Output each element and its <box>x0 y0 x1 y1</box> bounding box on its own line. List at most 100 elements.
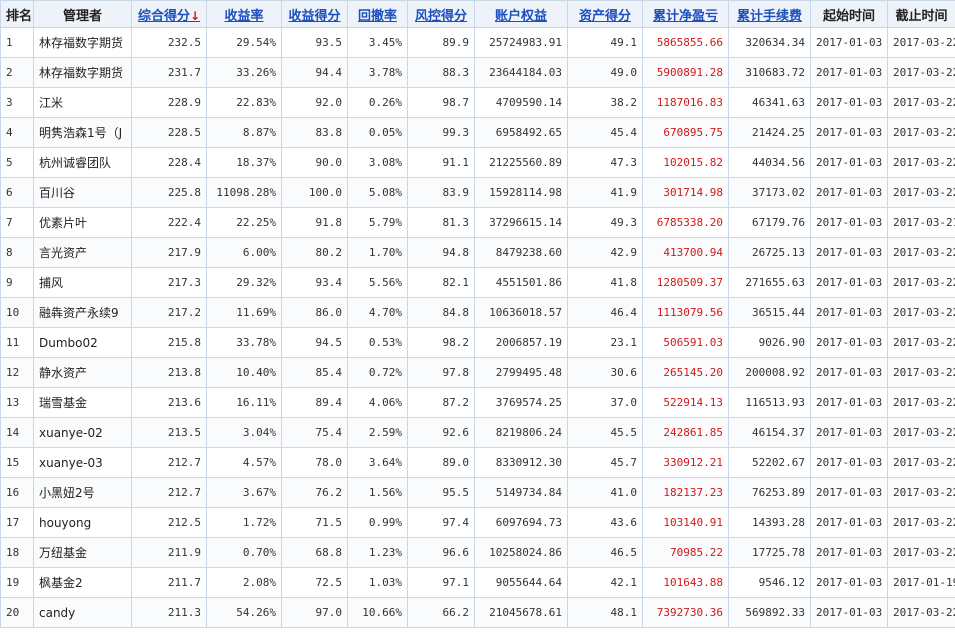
cell-total-score: 211.3 <box>131 597 207 628</box>
cell-end: 2017-03-21 <box>887 207 955 238</box>
cell-start: 2017-01-03 <box>810 597 888 628</box>
cell-return-score: 86.0 <box>281 297 348 328</box>
cell-equity: 10636018.57 <box>474 297 568 328</box>
cell-return-rate: 29.32% <box>206 267 282 298</box>
cell-risk-score: 98.2 <box>407 327 475 358</box>
cell-drawdown: 0.05% <box>347 117 408 148</box>
cell-fees: 310683.72 <box>728 57 811 88</box>
cell-start: 2017-01-03 <box>810 387 888 418</box>
cell-end: 2017-03-22 <box>887 537 955 568</box>
column-header-rank: 排名 <box>0 0 34 28</box>
table-row: 14 xuanye-02 213.5 3.04% 75.4 2.59% 92.6 821980… <box>0 417 955 448</box>
column-header-manager: 管理者 <box>33 0 132 28</box>
cell-return-score: 93.5 <box>281 27 348 58</box>
cell-start: 2017-01-03 <box>810 207 888 238</box>
cell-manager: Dumbo02 <box>33 327 132 358</box>
cell-manager: houyong <box>33 507 132 538</box>
cell-total-score: 217.2 <box>131 297 207 328</box>
cell-return-score: 97.0 <box>281 597 348 628</box>
cell-manager: 言光资产 <box>33 237 132 268</box>
cell-start: 2017-01-03 <box>810 507 888 538</box>
cell-return-score: 89.4 <box>281 387 348 418</box>
cell-net-pnl: 5865855.66 <box>642 27 729 58</box>
cell-net-pnl: 301714.98 <box>642 177 729 208</box>
cell-risk-score: 81.3 <box>407 207 475 238</box>
cell-return-score: 100.0 <box>281 177 348 208</box>
table-row: 8 言光资产 217.9 6.00% 80.2 1.70% 94.8 8479238.60 42… <box>0 237 955 268</box>
table-row: 15 xuanye-03 212.7 4.57% 78.0 3.64% 89.0 833091… <box>0 447 955 478</box>
column-header-return-rate[interactable]: 收益率 <box>206 0 282 28</box>
cell-asset-score: 49.0 <box>567 57 643 88</box>
table-row: 9 捕风 217.3 29.32% 93.4 5.56% 82.1 4551501.86 41.… <box>0 267 955 298</box>
cell-drawdown: 1.56% <box>347 477 408 508</box>
cell-return-rate: 3.04% <box>206 417 282 448</box>
cell-net-pnl: 522914.13 <box>642 387 729 418</box>
cell-end: 2017-03-22 <box>887 27 955 58</box>
column-header-total-score[interactable]: 综合得分↓ <box>131 0 207 28</box>
cell-rank: 2 <box>0 57 34 88</box>
column-header-net-pnl[interactable]: 累计净盈亏 <box>642 0 729 28</box>
cell-return-score: 76.2 <box>281 477 348 508</box>
cell-net-pnl: 670895.75 <box>642 117 729 148</box>
cell-fees: 76253.89 <box>728 477 811 508</box>
column-header-return-score[interactable]: 收益得分 <box>281 0 348 28</box>
cell-total-score: 225.8 <box>131 177 207 208</box>
cell-risk-score: 82.1 <box>407 267 475 298</box>
header-row: 排名 管理者 综合得分↓ 收益率 收益得分 回撤率 风控得分 账户权益 资产得分 累计净盈亏 累计手… <box>0 0 955 28</box>
cell-return-score: 94.5 <box>281 327 348 358</box>
cell-start: 2017-01-03 <box>810 537 888 568</box>
cell-start: 2017-01-03 <box>810 27 888 58</box>
cell-end: 2017-03-22 <box>887 267 955 298</box>
column-header-equity[interactable]: 账户权益 <box>474 0 568 28</box>
cell-fees: 14393.28 <box>728 507 811 538</box>
cell-risk-score: 92.6 <box>407 417 475 448</box>
column-header-drawdown[interactable]: 回撤率 <box>347 0 408 28</box>
cell-net-pnl: 70985.22 <box>642 537 729 568</box>
table-row: 1 林存福数字期货 232.5 29.54% 93.5 3.45% 89.9 25724983… <box>0 27 955 58</box>
cell-manager: 林存福数字期货 <box>33 57 132 88</box>
cell-equity: 15928114.98 <box>474 177 568 208</box>
cell-asset-score: 38.2 <box>567 87 643 118</box>
cell-end: 2017-03-22 <box>887 237 955 268</box>
cell-equity: 9055644.64 <box>474 567 568 598</box>
column-header-label: 账户权益 <box>494 8 547 24</box>
cell-return-rate: 0.70% <box>206 537 282 568</box>
cell-total-score: 231.7 <box>131 57 207 88</box>
cell-start: 2017-01-03 <box>810 237 888 268</box>
cell-asset-score: 43.6 <box>567 507 643 538</box>
cell-start: 2017-01-03 <box>810 297 888 328</box>
cell-net-pnl: 101643.88 <box>642 567 729 598</box>
cell-return-rate: 54.26% <box>206 597 282 628</box>
column-header-fees[interactable]: 累计手续费 <box>728 0 811 28</box>
cell-rank: 9 <box>0 267 34 298</box>
column-header-label: 回撤率 <box>357 8 397 24</box>
ranking-table: 排名 管理者 综合得分↓ 收益率 收益得分 回撤率 风控得分 账户权益 资产得分 累计净盈亏 累计手… <box>0 0 955 628</box>
cell-fees: 26725.13 <box>728 237 811 268</box>
cell-risk-score: 97.4 <box>407 507 475 538</box>
cell-fees: 9546.12 <box>728 567 811 598</box>
cell-fees: 52202.67 <box>728 447 811 478</box>
cell-rank: 16 <box>0 477 34 508</box>
column-header-label: 起始时间 <box>822 8 875 24</box>
cell-risk-score: 98.7 <box>407 87 475 118</box>
cell-risk-score: 99.3 <box>407 117 475 148</box>
cell-equity: 25724983.91 <box>474 27 568 58</box>
cell-rank: 10 <box>0 297 34 328</box>
cell-risk-score: 87.2 <box>407 387 475 418</box>
column-header-risk-score[interactable]: 风控得分 <box>407 0 475 28</box>
column-header-label: 综合得分 <box>137 8 190 24</box>
cell-start: 2017-01-03 <box>810 57 888 88</box>
cell-drawdown: 10.66% <box>347 597 408 628</box>
cell-return-rate: 33.26% <box>206 57 282 88</box>
cell-total-score: 217.3 <box>131 267 207 298</box>
cell-start: 2017-01-03 <box>810 477 888 508</box>
cell-manager: 万纽基金 <box>33 537 132 568</box>
table-row: 20 candy 211.3 54.26% 97.0 10.66% 66.2 21045678… <box>0 597 955 628</box>
cell-manager: 枫基金2 <box>33 567 132 598</box>
cell-drawdown: 4.06% <box>347 387 408 418</box>
cell-manager: xuanye-02 <box>33 417 132 448</box>
table-row: 16 小黑妞2号 212.7 3.67% 76.2 1.56% 95.5 5149734.84… <box>0 477 955 508</box>
cell-asset-score: 47.3 <box>567 147 643 178</box>
column-header-asset-score[interactable]: 资产得分 <box>567 0 643 28</box>
cell-asset-score: 45.4 <box>567 117 643 148</box>
